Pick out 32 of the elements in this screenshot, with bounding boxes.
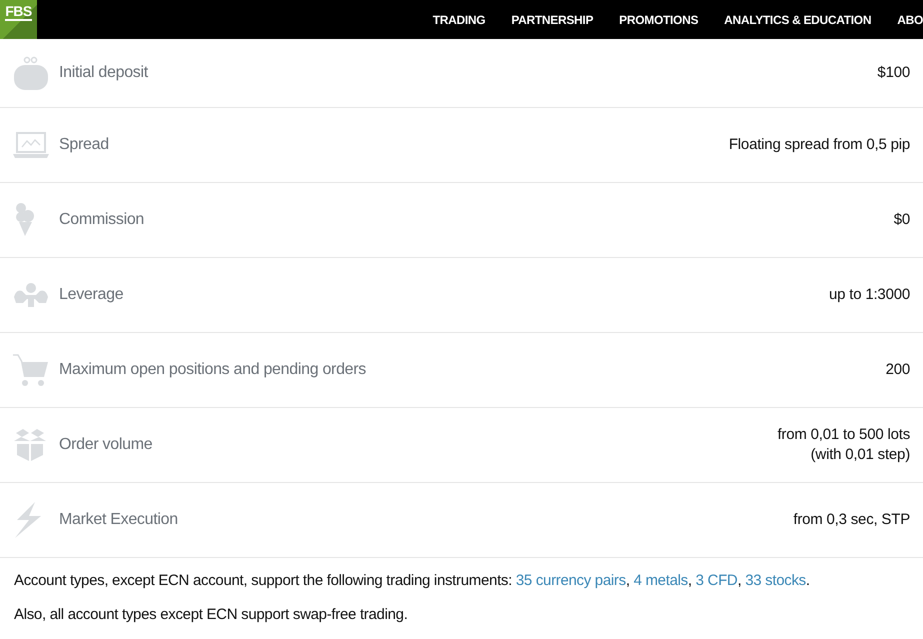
condition-value: Floating spread from 0,5 pip xyxy=(728,135,910,155)
instrument-link[interactable]: 4 metals xyxy=(634,572,688,589)
lightning-bolt-icon xyxy=(13,502,43,538)
flexed-arms-icon xyxy=(13,281,49,309)
condition-value: $0 xyxy=(894,210,910,230)
instrument-link[interactable]: 35 currency pairs xyxy=(516,572,626,589)
condition-label: Order volume xyxy=(59,436,152,454)
nav-link[interactable]: TRADING xyxy=(432,12,486,26)
condition-value: up to 1:3000 xyxy=(828,285,910,305)
nav-link[interactable]: PROMOTIONS xyxy=(619,12,698,26)
box-icon xyxy=(13,428,47,462)
condition-label: Leverage xyxy=(59,286,124,304)
nav-link[interactable]: ANALYTICS & EDUCATION xyxy=(724,12,872,26)
condition-label: Market Execution xyxy=(59,511,178,529)
instrument-link[interactable]: 3 CFD xyxy=(696,572,738,589)
nav-link[interactable]: ABO xyxy=(897,12,923,26)
condition-label: Maximum open positions and pending orders xyxy=(59,361,366,379)
condition-label: Spread xyxy=(59,136,109,154)
condition-value: $100 xyxy=(877,63,910,83)
wallet-icon xyxy=(13,55,49,91)
condition-value: 200 xyxy=(886,360,910,380)
laptop-icon xyxy=(13,131,49,159)
condition-label: Initial deposit xyxy=(59,64,148,82)
instrument-link[interactable]: 33 stocks xyxy=(745,572,806,589)
condition-value: from 0,01 to 500 lots (with 0,01 step) xyxy=(777,425,910,465)
note-text: Also, all account types except ECN support swap-free trading. xyxy=(14,605,409,625)
note-text: Account types, except ECN account, support the following trading instruments: 35 currency pairs, 4 metals, 3 CFD, 33 stocks. xyxy=(14,571,811,591)
condition-label: Commission xyxy=(59,211,144,229)
ice-cream-icon xyxy=(13,202,37,238)
condition-value: from 0,3 sec, STP xyxy=(793,510,910,530)
shopping-cart-icon xyxy=(13,353,49,387)
nav-link[interactable]: PARTNERSHIP xyxy=(511,12,594,26)
